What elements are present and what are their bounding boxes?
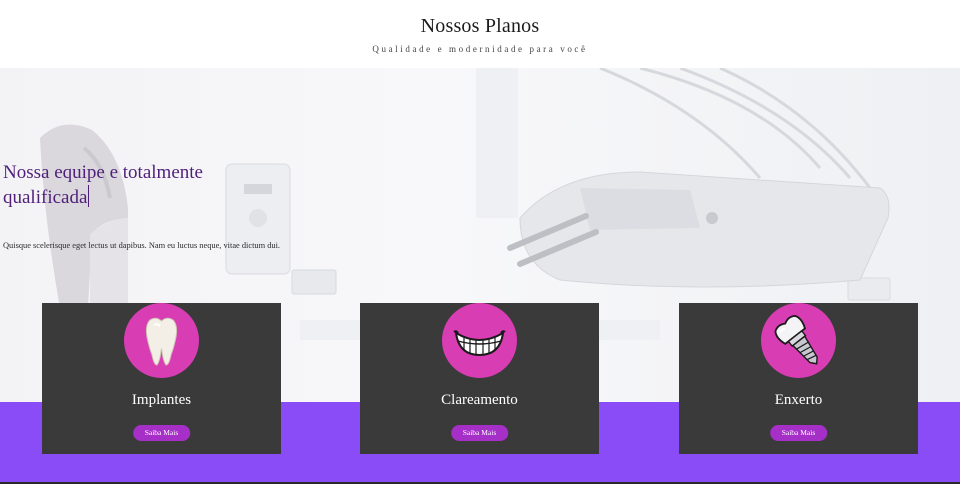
plan-icon-circle [124,303,199,378]
plan-icon-circle [761,303,836,378]
hero-heading-text: Nossa equipe e totalmente qualificada [3,162,203,208]
saiba-mais-button[interactable]: Saiba Mais [769,425,828,441]
section-header: Nossos Planos Qualidade e modernidade pa… [0,0,960,68]
plan-card-implantes: Implantes Saiba Mais [42,303,281,454]
hero-heading: Nossa equipe e totalmente qualificada [3,161,263,210]
plan-name: Clareamento [441,392,518,408]
tooth-icon [145,317,178,366]
plan-card-enxerto: Enxerto Saiba Mais [679,303,918,454]
hero-description: Quisque scelerisque eget lectus ut dapib… [3,241,281,250]
plan-icon-circle [442,303,517,378]
plan-name: Enxerto [774,392,823,408]
page-subtitle: Qualidade e modernidade para você [372,44,588,54]
text-cursor [88,185,90,207]
plan-name: Implantes [131,392,192,408]
dental-implant-icon [774,314,818,365]
smile-teeth-icon [453,330,506,357]
plan-card-clareamento: Clareamento Saiba Mais [360,303,599,454]
saiba-mais-button[interactable]: Saiba Mais [450,425,509,441]
page-title: Nossos Planos [420,15,540,37]
saiba-mais-button[interactable]: Saiba Mais [132,425,191,441]
